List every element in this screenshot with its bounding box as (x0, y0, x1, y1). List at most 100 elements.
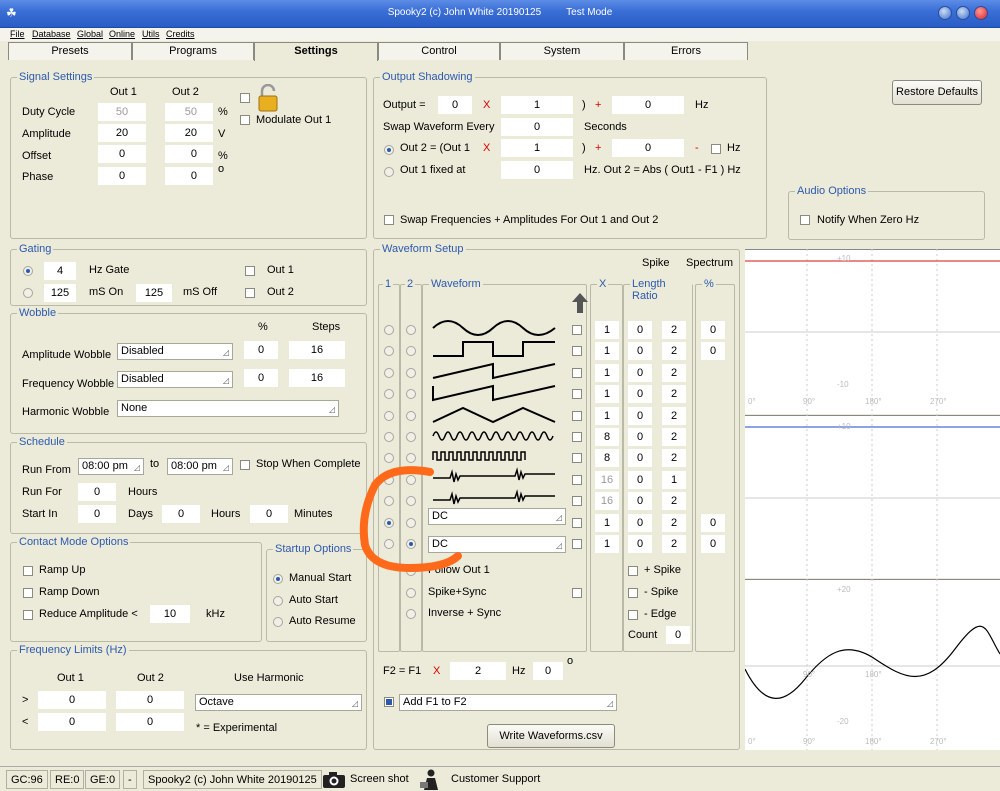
menu-online[interactable]: Online (109, 29, 135, 39)
tab-presets[interactable]: Presets (8, 42, 132, 60)
wf-pct-field[interactable]: 0 (701, 535, 725, 553)
wf-x-field[interactable]: 1 (595, 514, 619, 532)
wf-x-field[interactable]: 16 (595, 471, 619, 489)
wf-x-field[interactable]: 1 (595, 407, 619, 425)
wf-spike-checkbox[interactable] (572, 368, 582, 378)
harmonic-wobble-select[interactable]: None (117, 400, 339, 417)
wf-length-a-field[interactable]: 0 (628, 321, 652, 339)
plus-spike-checkbox[interactable] (628, 566, 638, 576)
output-c-field[interactable]: 0 (612, 96, 684, 114)
run-to-select[interactable]: 08:00 pm (167, 458, 233, 475)
out2-b-field[interactable]: 0 (612, 139, 684, 157)
spike-sync-radio[interactable] (406, 588, 416, 598)
maximize-button[interactable] (956, 6, 970, 20)
wf-spike-checkbox[interactable] (572, 518, 582, 528)
reduce-amplitude-field[interactable]: 10 (150, 605, 190, 623)
start-in-minutes-field[interactable]: 0 (250, 505, 288, 523)
sort-arrow-icon[interactable] (570, 292, 590, 314)
camera-icon[interactable] (322, 771, 346, 789)
wf-length-a-field[interactable]: 0 (628, 449, 652, 467)
wf-out1-radio[interactable] (384, 325, 394, 335)
wf-length-a-field[interactable]: 0 (628, 535, 652, 553)
add-f1-to-f2-checkbox[interactable] (384, 697, 394, 707)
out1-fixed-radio[interactable] (384, 167, 394, 177)
wf-out2-radio[interactable] (406, 389, 416, 399)
wf-pct-field[interactable]: 0 (701, 321, 725, 339)
wf-length-b-field[interactable]: 2 (662, 449, 686, 467)
wf-spike-checkbox[interactable] (572, 346, 582, 356)
phase-out1[interactable]: 0 (98, 167, 146, 185)
wf-length-b-field[interactable]: 2 (662, 385, 686, 403)
tab-system[interactable]: System (500, 42, 624, 60)
notify-zero-hz-checkbox[interactable] (800, 215, 810, 225)
wf-out1-radio[interactable] (384, 389, 394, 399)
wf-out2-radio[interactable] (406, 432, 416, 442)
menu-utils[interactable]: Utils (142, 29, 160, 39)
start-in-hours-field[interactable]: 0 (162, 505, 200, 523)
auto-start-radio[interactable] (273, 596, 283, 606)
wf-pct-field[interactable]: 0 (701, 342, 725, 360)
wf-length-b-field[interactable]: 2 (662, 321, 686, 339)
inverse-sync-radio[interactable] (406, 609, 416, 619)
menu-global[interactable]: Global (77, 29, 103, 39)
add-f1-to-f2-select[interactable]: Add F1 to F2 (399, 694, 617, 711)
manual-start-radio[interactable] (273, 574, 283, 584)
swap-frequencies-checkbox[interactable] (384, 215, 394, 225)
ms-off-field[interactable]: 125 (136, 284, 172, 302)
wf-length-b-field[interactable]: 2 (662, 407, 686, 425)
wf-x-field[interactable]: 1 (595, 385, 619, 403)
wf-length-a-field[interactable]: 0 (628, 342, 652, 360)
wf-length-b-field[interactable]: 1 (662, 471, 686, 489)
wf-x-field[interactable]: 1 (595, 342, 619, 360)
wf-length-b-field[interactable]: 2 (662, 364, 686, 382)
wf-out1-radio[interactable] (384, 368, 394, 378)
minimize-button[interactable] (938, 6, 952, 20)
tab-programs[interactable]: Programs (132, 42, 254, 60)
wf-x-field[interactable]: 8 (595, 449, 619, 467)
wf-spike-checkbox[interactable] (572, 475, 582, 485)
output-a-field[interactable]: 0 (438, 96, 472, 114)
wf-length-a-field[interactable]: 0 (628, 364, 652, 382)
run-from-select[interactable]: 08:00 pm (78, 458, 144, 475)
tab-settings[interactable]: Settings (254, 42, 378, 61)
offset-out2[interactable]: 0 (165, 145, 213, 163)
customer-support-icon[interactable] (418, 769, 444, 791)
modulate-out1-checkbox[interactable] (240, 115, 250, 125)
close-button[interactable] (974, 6, 988, 20)
offset-out1[interactable]: 0 (98, 145, 146, 163)
f2-phase-field[interactable]: 0 (533, 662, 563, 680)
gating-out2-checkbox[interactable] (245, 288, 255, 298)
wf-out1-radio[interactable] (384, 432, 394, 442)
spike-sync-checkbox[interactable] (572, 588, 582, 598)
amplitude-out2[interactable]: 20 (165, 124, 213, 142)
wf-x-field[interactable]: 1 (595, 321, 619, 339)
write-waveforms-button[interactable]: Write Waveforms.csv (487, 724, 615, 748)
hz-gate-field[interactable]: 4 (44, 262, 76, 280)
frequency-wobble-select[interactable]: Disabled (117, 371, 233, 388)
lock-icon[interactable] (258, 84, 278, 112)
gating-out1-checkbox[interactable] (245, 266, 255, 276)
stop-when-complete-checkbox[interactable] (240, 460, 250, 470)
wf-x-field[interactable]: 16 (595, 492, 619, 510)
menu-database[interactable]: Database (32, 29, 71, 39)
ms-on-radio[interactable] (23, 288, 33, 298)
wf-length-a-field[interactable]: 0 (628, 428, 652, 446)
wf-x-field[interactable]: 8 (595, 428, 619, 446)
out2-hz-checkbox[interactable] (711, 144, 721, 154)
out2-equals-radio[interactable] (384, 145, 394, 155)
auto-resume-radio[interactable] (273, 617, 283, 627)
wf-out2-radio[interactable] (406, 411, 416, 421)
wf-length-a-field[interactable]: 0 (628, 407, 652, 425)
tab-errors[interactable]: Errors (624, 42, 748, 60)
wf-x-field[interactable]: 1 (595, 535, 619, 553)
f2-multiplier-field[interactable]: 2 (450, 662, 506, 680)
amplitude-wobble-steps[interactable]: 16 (289, 341, 345, 359)
frequency-wobble-steps[interactable]: 16 (289, 369, 345, 387)
start-in-days-field[interactable]: 0 (78, 505, 116, 523)
out1-fixed-field[interactable]: 0 (501, 161, 573, 179)
run-for-field[interactable]: 0 (78, 483, 116, 501)
edge-checkbox[interactable] (628, 610, 638, 620)
wf-pct-field[interactable]: 0 (701, 514, 725, 532)
wf-spike-checkbox[interactable] (572, 539, 582, 549)
wf-length-a-field[interactable]: 0 (628, 492, 652, 510)
